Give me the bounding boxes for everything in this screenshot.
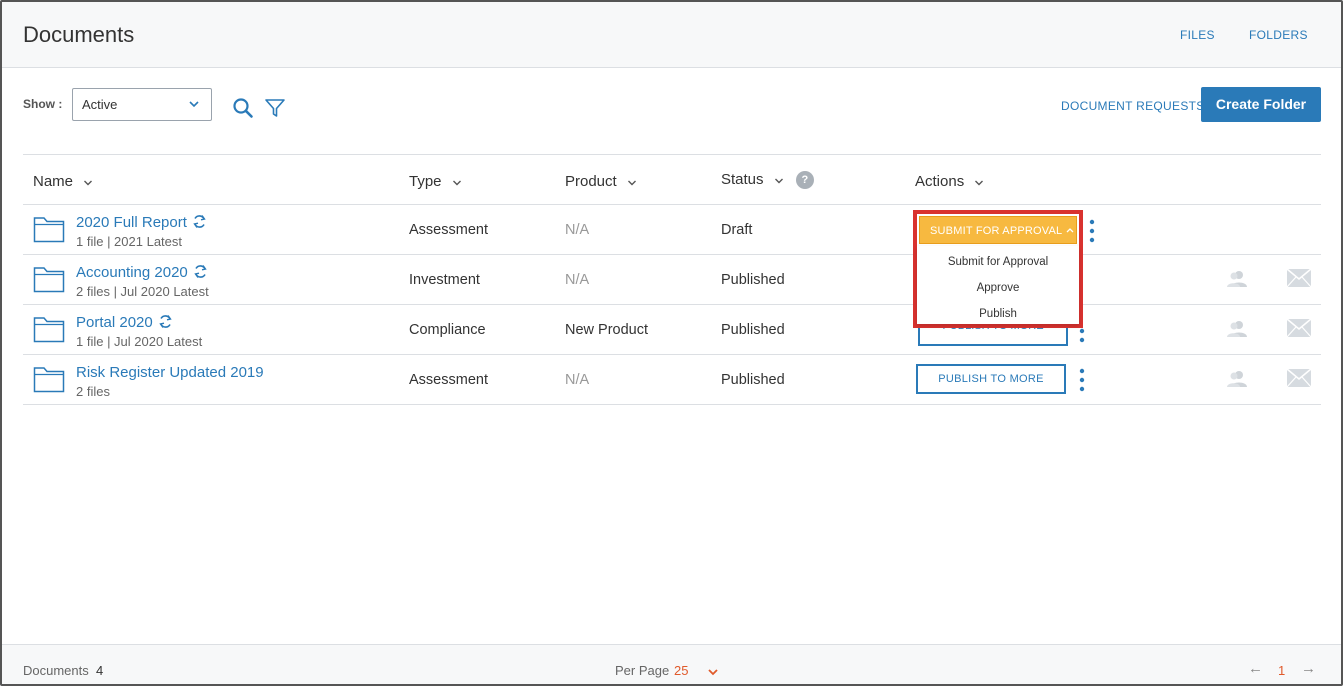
column-label: Actions <box>915 173 965 190</box>
page-title: Documents <box>23 22 135 47</box>
submit-for-approval-label: SUBMIT FOR APPROVAL <box>930 225 1063 237</box>
product-cell: N/A <box>565 372 590 388</box>
folder-meta: 2 files | Jul 2020 Latest <box>76 284 209 299</box>
menu-item-publish[interactable]: Publish <box>917 308 1079 320</box>
status-cell: Draft <box>721 222 753 238</box>
tab-files[interactable]: FILES <box>1180 28 1215 42</box>
table-row: Risk Register Updated 2019 2 files Asses… <box>23 355 1321 405</box>
table-header: Name Type Product Status ? Actions <box>23 154 1321 205</box>
folder-name-link[interactable]: 2020 Full Report <box>76 214 207 233</box>
table-row: Accounting 2020 2 files | Jul 2020 Lates… <box>23 255 1321 305</box>
status-cell: Published <box>721 372 785 388</box>
page-number[interactable]: 1 <box>1278 663 1285 678</box>
chevron-down-icon[interactable] <box>707 664 719 682</box>
show-select[interactable]: Active <box>72 88 212 121</box>
column-label: Type <box>409 173 442 190</box>
type-cell: Assessment <box>409 222 488 238</box>
folder-icon <box>33 365 65 398</box>
folder-icon <box>33 265 65 298</box>
page-header: Documents FILES FOLDERS <box>2 2 1341 68</box>
status-cell: Published <box>721 272 785 288</box>
folder-name: Accounting 2020 <box>76 264 188 281</box>
dropdown-menu: Submit for Approval Approve Publish <box>917 246 1079 324</box>
tab-folders[interactable]: FOLDERS <box>1249 28 1308 42</box>
chevron-down-icon <box>974 174 984 191</box>
users-icon[interactable] <box>1226 270 1248 293</box>
folder-name-link[interactable]: Accounting 2020 <box>76 264 208 283</box>
folder-name-link[interactable]: Risk Register Updated 2019 <box>76 364 264 381</box>
create-folder-button[interactable]: Create Folder <box>1201 87 1321 122</box>
filter-icon[interactable] <box>264 97 286 124</box>
email-icon[interactable] <box>1286 268 1312 293</box>
chevron-down-icon <box>452 174 462 191</box>
more-options-icon[interactable] <box>1079 327 1085 352</box>
prev-page-arrow-icon[interactable]: ← <box>1248 660 1263 677</box>
users-icon[interactable] <box>1226 370 1248 393</box>
app-frame: Documents FILES FOLDERS Show : Active DO… <box>0 0 1343 686</box>
search-icon[interactable] <box>232 97 254 124</box>
users-icon[interactable] <box>1226 320 1248 343</box>
type-cell: Investment <box>409 272 480 288</box>
chevron-down-icon <box>627 174 637 191</box>
more-options-icon[interactable] <box>1089 218 1095 249</box>
show-label: Show : <box>23 97 63 111</box>
column-label: Status <box>721 171 764 188</box>
documents-count: 4 <box>96 663 104 678</box>
more-options-icon[interactable] <box>1079 367 1085 398</box>
folder-meta: 1 file | 2021 Latest <box>76 234 183 249</box>
actions-dropdown: SUBMIT FOR APPROVAL Submit for Approval … <box>913 210 1083 328</box>
table-row: 2020 Full Report 1 file | 2021 Latest As… <box>23 205 1321 255</box>
email-icon[interactable] <box>1286 368 1312 393</box>
table-row: Portal 2020 1 file | Jul 2020 Latest Com… <box>23 305 1321 355</box>
menu-item-submit-for-approval[interactable]: Submit for Approval <box>917 256 1079 268</box>
per-page-select[interactable]: 25 <box>674 663 688 678</box>
next-page-arrow-icon[interactable]: → <box>1301 660 1316 677</box>
sync-icon <box>193 264 208 283</box>
type-cell: Assessment <box>409 372 488 388</box>
folder-icon <box>33 215 65 248</box>
column-label: Product <box>565 173 617 190</box>
column-header-name[interactable]: Name <box>33 173 93 191</box>
chevron-down-icon <box>774 172 784 189</box>
product-cell: N/A <box>565 272 590 288</box>
publish-to-more-button[interactable]: PUBLISH TO MORE <box>916 364 1066 394</box>
chevron-down-icon <box>83 174 93 191</box>
folder-name-link[interactable]: Portal 2020 <box>76 314 173 333</box>
page-footer: Documents 4 Per Page 25 ← 1 → <box>2 644 1341 684</box>
documents-table: Name Type Product Status ? Actions 2020 … <box>23 154 1321 405</box>
folder-name: Portal 2020 <box>76 314 153 331</box>
show-select-value: Active <box>82 97 118 112</box>
email-icon[interactable] <box>1286 318 1312 343</box>
menu-item-approve[interactable]: Approve <box>917 282 1079 294</box>
column-header-type[interactable]: Type <box>409 173 462 191</box>
document-requests-link[interactable]: DOCUMENT REQUESTS <box>1061 99 1205 113</box>
column-header-actions[interactable]: Actions <box>915 173 984 191</box>
product-cell: New Product <box>565 322 649 338</box>
product-cell: N/A <box>565 222 590 238</box>
folder-meta: 1 file | Jul 2020 Latest <box>76 334 203 349</box>
chevron-up-icon <box>1066 217 1074 243</box>
folder-name: 2020 Full Report <box>76 214 187 231</box>
sync-icon <box>158 314 173 333</box>
folder-meta: 2 files <box>76 384 110 399</box>
type-cell: Compliance <box>409 322 486 338</box>
column-label: Name <box>33 173 74 190</box>
status-cell: Published <box>721 322 785 338</box>
column-header-status[interactable]: Status ? <box>721 171 814 190</box>
submit-for-approval-button[interactable]: SUBMIT FOR APPROVAL <box>919 216 1077 244</box>
sync-icon <box>192 214 207 233</box>
chevron-down-icon <box>188 95 200 118</box>
per-page-label: Per Page <box>615 663 670 678</box>
documents-count-label: Documents <box>23 663 89 678</box>
folder-icon <box>33 315 65 348</box>
help-icon[interactable]: ? <box>795 171 814 190</box>
column-header-product[interactable]: Product <box>565 173 637 191</box>
